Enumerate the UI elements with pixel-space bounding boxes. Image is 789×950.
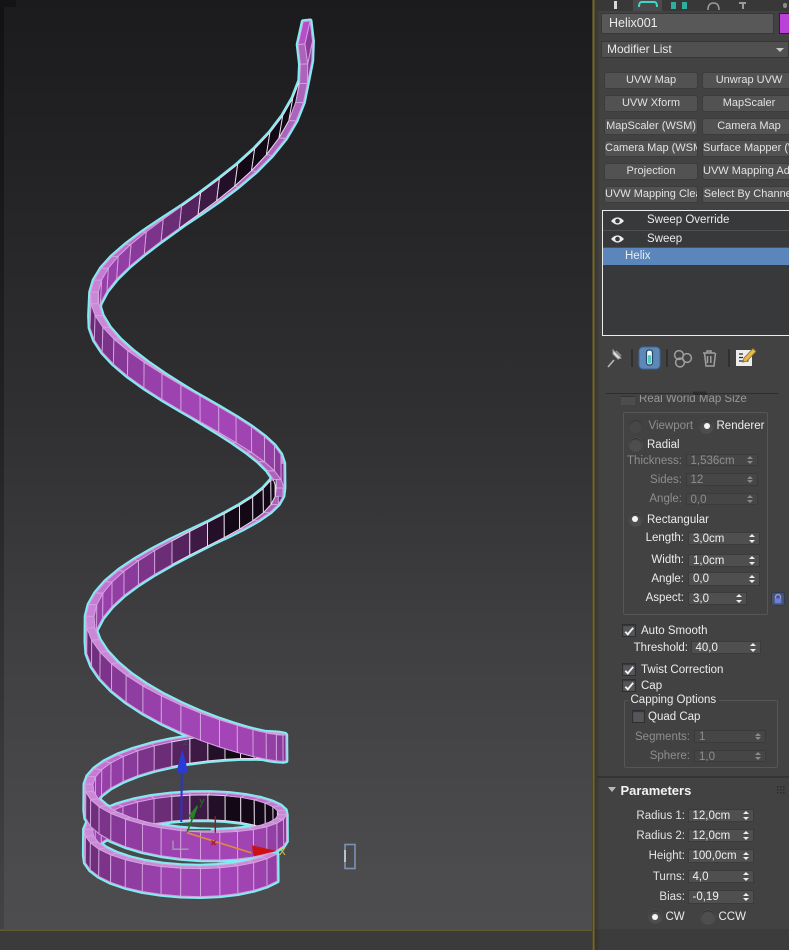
svg-text:X: X xyxy=(279,847,286,858)
svg-text:z: z xyxy=(183,737,188,747)
